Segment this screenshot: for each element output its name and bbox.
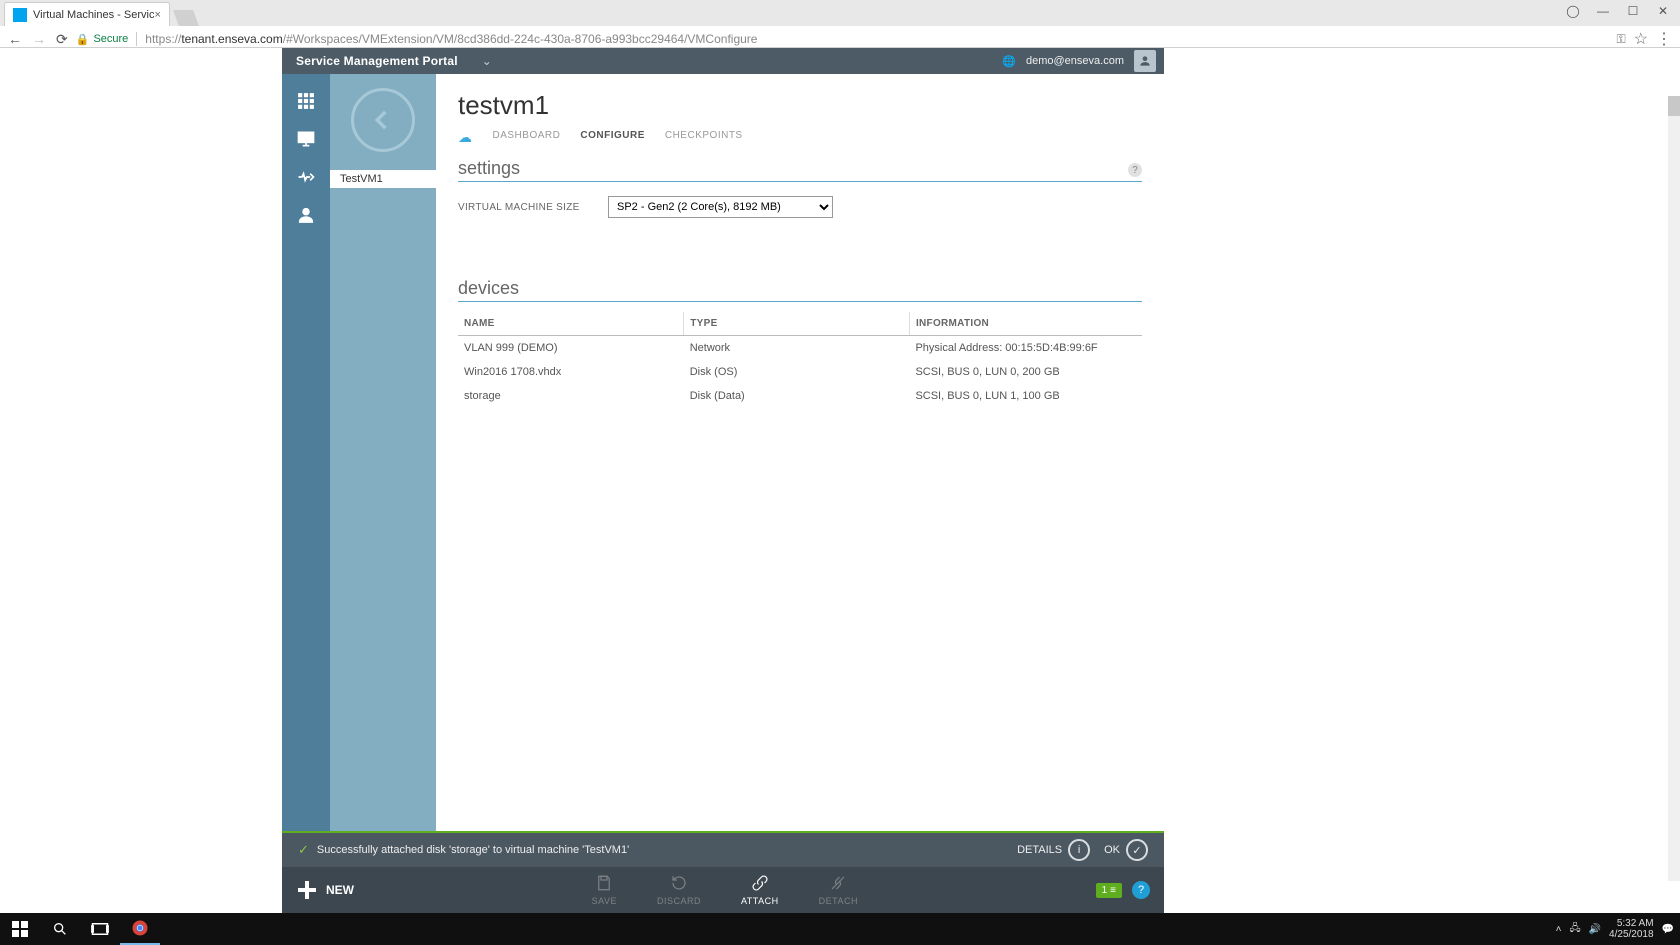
chrome-menu-icon[interactable]: ⋮ bbox=[1656, 29, 1672, 49]
lock-icon: 🔒 bbox=[76, 33, 90, 46]
tab-close-icon[interactable]: × bbox=[154, 9, 160, 21]
bars-icon: ≡ bbox=[1110, 885, 1116, 896]
secure-indicator[interactable]: 🔒 Secure bbox=[76, 33, 129, 46]
command-bar: NEW SAVE DISCARD ATTACH DETACH bbox=[282, 867, 1164, 913]
nav-monitor-icon[interactable] bbox=[282, 120, 330, 158]
address-text[interactable]: https://tenant.enseva.com/#Workspaces/VM… bbox=[145, 32, 1608, 46]
details-button[interactable]: DETAILS i bbox=[1017, 839, 1090, 861]
taskbar-clock[interactable]: 5:32 AM 4/25/2018 bbox=[1609, 918, 1654, 940]
secure-label: Secure bbox=[93, 33, 128, 45]
help-button-icon[interactable]: ? bbox=[1132, 881, 1150, 899]
user-avatar-icon[interactable] bbox=[1134, 50, 1156, 72]
col-type[interactable]: TYPE bbox=[684, 312, 910, 336]
devices-table: NAME TYPE INFORMATION VLAN 999 (DEMO) Ne… bbox=[458, 312, 1142, 408]
user-email[interactable]: demo@enseva.com bbox=[1026, 55, 1124, 67]
detach-button[interactable]: DETACH bbox=[819, 874, 858, 906]
tab-strip: Virtual Machines - Servic × ◯ — ☐ ✕ bbox=[0, 0, 1680, 26]
ok-button[interactable]: OK ✓ bbox=[1104, 839, 1148, 861]
section-devices-title: devices bbox=[458, 278, 1142, 302]
globe-icon[interactable]: 🌐 bbox=[1002, 55, 1016, 68]
chrome-taskbar-icon[interactable] bbox=[120, 913, 160, 945]
chevron-down-icon[interactable]: ⌄ bbox=[472, 54, 502, 68]
action-center-icon[interactable]: 💬 bbox=[1662, 924, 1674, 935]
col-info[interactable]: INFORMATION bbox=[909, 312, 1142, 336]
vm-size-label: VIRTUAL MACHINE SIZE bbox=[458, 202, 608, 213]
tray-volume-icon[interactable]: 🔊 bbox=[1589, 924, 1601, 935]
table-row[interactable]: VLAN 999 (DEMO) Network Physical Address… bbox=[458, 336, 1142, 361]
tab-title: Virtual Machines - Servic bbox=[33, 9, 154, 21]
checkmark-icon: ✓ bbox=[298, 842, 309, 858]
nav-network-icon[interactable] bbox=[282, 158, 330, 196]
windows-favicon-icon bbox=[13, 8, 27, 22]
context-item-testvm1[interactable]: TestVM1 bbox=[330, 170, 436, 188]
vm-size-select[interactable]: SP2 - Gen2 (2 Core(s), 8192 MB) bbox=[608, 196, 833, 218]
key-icon[interactable]: ⚿ bbox=[1617, 32, 1626, 47]
browser-tab[interactable]: Virtual Machines - Servic × bbox=[4, 2, 170, 26]
check-circle-icon: ✓ bbox=[1126, 839, 1148, 861]
page-title: testvm1 bbox=[458, 90, 1142, 121]
status-bar: ✓ Successfully attached disk 'storage' t… bbox=[282, 833, 1164, 867]
attach-button[interactable]: ATTACH bbox=[741, 874, 779, 906]
search-icon[interactable] bbox=[40, 913, 80, 945]
tab-row: ☁ DASHBOARD CONFIGURE CHECKPOINTS bbox=[458, 129, 1142, 146]
nav-back-icon[interactable]: ← bbox=[8, 31, 22, 47]
nav-context-pane: TestVM1 bbox=[330, 74, 436, 831]
cloud-icon: ☁ bbox=[458, 129, 473, 146]
taskview-icon[interactable] bbox=[80, 913, 120, 945]
discard-button[interactable]: DISCARD bbox=[657, 874, 701, 906]
save-button[interactable]: SAVE bbox=[592, 874, 617, 906]
tab-checkpoints[interactable]: CHECKPOINTS bbox=[665, 130, 743, 145]
windows-taskbar: ˄ 🖧 🔊 5:32 AM 4/25/2018 💬 bbox=[0, 913, 1680, 945]
notification-count-badge[interactable]: 1 ≡ bbox=[1096, 883, 1122, 898]
window-maximize-icon[interactable]: ☐ bbox=[1618, 0, 1648, 22]
tray-network-icon[interactable]: 🖧 bbox=[1569, 921, 1580, 938]
url-bar: ← → ⟳ 🔒 Secure https://tenant.enseva.com… bbox=[0, 28, 1680, 50]
window-controls: ◯ — ☐ ✕ bbox=[1558, 0, 1678, 22]
table-row[interactable]: Win2016 1708.vhdx Disk (OS) SCSI, BUS 0,… bbox=[458, 360, 1142, 384]
portal-header: Service Management Portal ⌄ 🌐 demo@ensev… bbox=[282, 48, 1164, 74]
section-settings-title: settings ? bbox=[458, 158, 1142, 182]
tab-configure[interactable]: CONFIGURE bbox=[580, 130, 645, 145]
new-tab-button[interactable] bbox=[173, 10, 199, 26]
main-content: testvm1 ☁ DASHBOARD CONFIGURE CHECKPOINT… bbox=[436, 74, 1164, 831]
nav-all-items-icon[interactable] bbox=[282, 82, 330, 120]
scrollbar-track[interactable] bbox=[1668, 96, 1680, 881]
back-button[interactable] bbox=[351, 88, 415, 152]
nav-icon-rail bbox=[282, 74, 330, 831]
help-icon[interactable]: ? bbox=[1128, 163, 1142, 177]
status-message: Successfully attached disk 'storage' to … bbox=[317, 844, 629, 856]
table-row[interactable]: storage Disk (Data) SCSI, BUS 0, LUN 1, … bbox=[458, 384, 1142, 408]
nav-forward-icon[interactable]: → bbox=[32, 31, 46, 47]
info-icon: i bbox=[1068, 839, 1090, 861]
plus-icon bbox=[296, 879, 318, 901]
nav-user-icon[interactable] bbox=[282, 196, 330, 234]
window-minimize-icon[interactable]: — bbox=[1588, 0, 1618, 22]
tray-chevron-icon[interactable]: ˄ bbox=[1556, 924, 1562, 935]
new-button[interactable]: NEW bbox=[296, 879, 354, 901]
window-close-icon[interactable]: ✕ bbox=[1648, 0, 1678, 22]
scrollbar-thumb[interactable] bbox=[1668, 96, 1680, 116]
user-profile-icon[interactable]: ◯ bbox=[1558, 0, 1588, 22]
browser-chrome: Virtual Machines - Servic × ◯ — ☐ ✕ ← → … bbox=[0, 0, 1680, 48]
tab-dashboard[interactable]: DASHBOARD bbox=[493, 130, 561, 145]
nav-reload-icon[interactable]: ⟳ bbox=[56, 31, 68, 48]
col-name[interactable]: NAME bbox=[458, 312, 684, 336]
portal-shell: Service Management Portal ⌄ 🌐 demo@ensev… bbox=[282, 48, 1164, 913]
star-bookmark-icon[interactable]: ☆ bbox=[1634, 29, 1648, 49]
portal-title: Service Management Portal bbox=[282, 54, 472, 68]
start-button-icon[interactable] bbox=[0, 913, 40, 945]
